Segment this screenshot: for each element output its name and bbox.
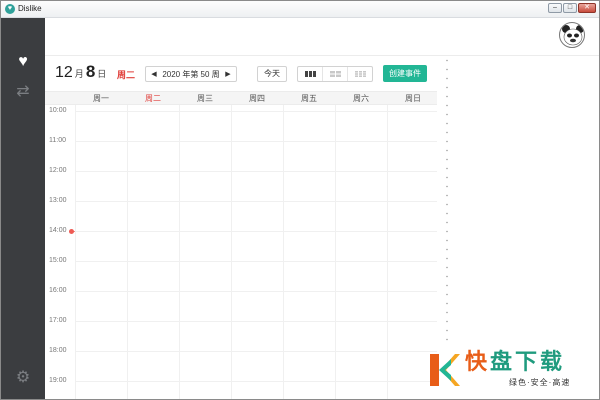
year-view-button[interactable] bbox=[348, 67, 372, 81]
day-header-1: 周一 bbox=[93, 94, 109, 103]
grid-hour-line bbox=[75, 141, 437, 142]
side-panel bbox=[437, 56, 599, 399]
grid-hour-line bbox=[75, 111, 437, 112]
create-event-button[interactable]: 创建事件 bbox=[383, 65, 427, 82]
current-weekday: 周二 bbox=[117, 70, 136, 80]
day-header-6: 周六 bbox=[353, 94, 369, 103]
grid-hour-line bbox=[75, 351, 437, 352]
app-logo-icon: ♥ bbox=[5, 4, 15, 14]
year-view-icon bbox=[354, 71, 366, 77]
window-controls: – □ ✕ bbox=[548, 3, 596, 13]
top-bar bbox=[45, 18, 599, 56]
grid-column-line bbox=[283, 105, 284, 399]
watermark: 快盘下载 绿色·安全·高速 bbox=[427, 350, 597, 394]
sidebar: ♥ ⇄ ⚙ bbox=[1, 18, 45, 399]
grid-column-line bbox=[75, 105, 76, 399]
grid-hour-line bbox=[75, 321, 437, 322]
date-toolbar: 12 月 8 日 周二 ◀ 2020 年第 50 周 ▶ 今天 创建事件 bbox=[45, 58, 437, 91]
grid-hour-line bbox=[75, 171, 437, 172]
watermark-logo bbox=[430, 354, 460, 386]
hour-label: 18:00 bbox=[49, 347, 67, 354]
today-button[interactable]: 今天 bbox=[257, 66, 287, 82]
panda-avatar-icon bbox=[562, 25, 584, 47]
grid-hour-line bbox=[75, 261, 437, 262]
week-view-icon bbox=[304, 71, 316, 77]
sync-icon[interactable]: ⇄ bbox=[13, 82, 33, 102]
current-date: 12 月 8 日 bbox=[55, 62, 107, 82]
next-arrow-icon[interactable]: ▶ bbox=[224, 70, 232, 78]
watermark-subtitle: 绿色·安全·高速 bbox=[509, 378, 571, 387]
grid-hour-line bbox=[75, 381, 437, 382]
week-view-button[interactable] bbox=[298, 67, 323, 81]
hour-label: 19:00 bbox=[49, 377, 67, 384]
gear-icon[interactable]: ⚙ bbox=[13, 368, 33, 388]
hour-label: 16:00 bbox=[49, 287, 67, 294]
watermark-title-rest: 盘下载 bbox=[490, 350, 566, 375]
dotted-divider bbox=[446, 56, 448, 346]
grid-hour-line bbox=[75, 231, 437, 232]
watermark-title-accent: 快 bbox=[465, 350, 491, 375]
month-view-icon bbox=[329, 71, 341, 77]
view-switcher bbox=[297, 66, 373, 82]
hour-label: 11:00 bbox=[49, 137, 66, 144]
month-unit: 月 bbox=[74, 69, 84, 79]
close-button[interactable]: ✕ bbox=[578, 3, 596, 13]
grid-column-line bbox=[335, 105, 336, 399]
week-navigator: ◀ 2020 年第 50 周 ▶ bbox=[145, 66, 237, 82]
title-bar: ♥ Dislike – □ ✕ bbox=[1, 1, 599, 18]
grid-column-line bbox=[127, 105, 128, 399]
watermark-title: 快盘下载 bbox=[465, 350, 565, 376]
app-window: ♥ Dislike – □ ✕ ♥ ⇄ ⚙ 12 月 8 日 周二 ◀ 2020… bbox=[0, 0, 600, 400]
day-number: 8 bbox=[85, 62, 96, 81]
hour-label: 12:00 bbox=[49, 167, 67, 174]
grid-column-line bbox=[387, 105, 388, 399]
hour-label: 10:00 bbox=[49, 107, 67, 114]
user-avatar[interactable] bbox=[559, 22, 585, 48]
minimize-button[interactable]: – bbox=[548, 3, 562, 13]
hour-label: 17:00 bbox=[49, 317, 67, 324]
day-header-3: 周三 bbox=[197, 94, 213, 103]
heart-icon[interactable]: ♥ bbox=[13, 52, 33, 72]
hour-label: 15:00 bbox=[49, 257, 67, 264]
grid-hour-line bbox=[75, 201, 437, 202]
prev-arrow-icon[interactable]: ◀ bbox=[150, 70, 158, 78]
hour-label: 13:00 bbox=[49, 197, 67, 204]
day-header-7: 周日 bbox=[405, 94, 421, 103]
day-unit: 日 bbox=[97, 69, 107, 79]
day-header-5: 周五 bbox=[301, 94, 317, 103]
day-header-row: 周一 周二 周三 周四 周五 周六 周日 bbox=[45, 91, 437, 105]
grid-hour-line bbox=[75, 291, 437, 292]
maximize-button[interactable]: □ bbox=[563, 3, 577, 13]
grid-column-line bbox=[231, 105, 232, 399]
month-view-button[interactable] bbox=[323, 67, 348, 81]
window-title: Dislike bbox=[18, 4, 42, 13]
day-header-4: 周四 bbox=[249, 94, 265, 103]
day-header-2: 周二 bbox=[145, 94, 161, 103]
week-label: 2020 年第 50 周 bbox=[162, 69, 220, 79]
hour-label: 14:00 bbox=[49, 227, 67, 234]
week-grid[interactable]: 10:00 11:00 12:00 13:00 14:00 15:00 16:00 17:00… bbox=[45, 105, 437, 399]
grid-column-line bbox=[179, 105, 180, 399]
month-number: 12 bbox=[55, 64, 73, 81]
